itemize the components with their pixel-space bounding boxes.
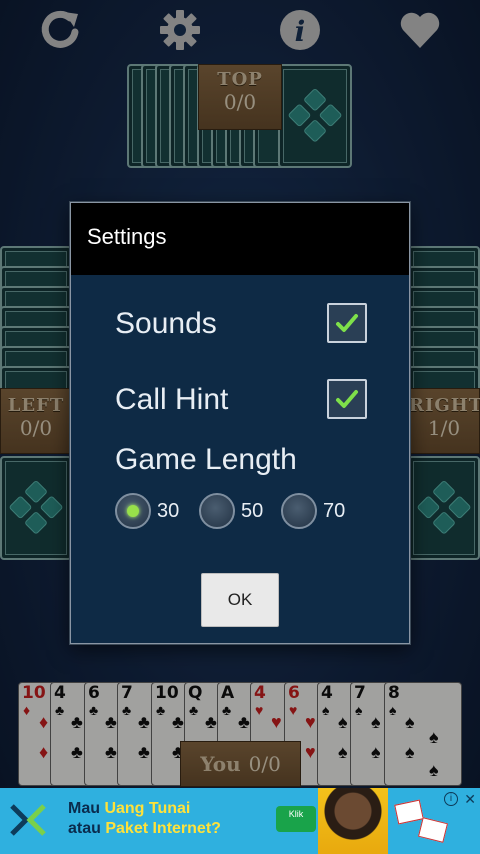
- ad-line2-plain: atau: [68, 820, 106, 837]
- ok-button[interactable]: OK: [201, 573, 279, 627]
- sounds-label: Sounds: [115, 307, 217, 340]
- radio-label: 30: [157, 499, 180, 522]
- xl-logo-icon: [10, 804, 46, 836]
- sounds-row: Sounds: [115, 303, 367, 347]
- ad-text: Mau Uang Tunai atau Paket Internet?: [68, 799, 221, 839]
- game-length-options: 30 50 70: [115, 493, 375, 529]
- radio-label: 70: [323, 499, 346, 522]
- settings-dialog: Settings Sounds Call Hint Game Length 30…: [70, 202, 410, 644]
- ad-line1-plain: Mau: [68, 800, 105, 817]
- radio-selected-dot: [127, 505, 139, 517]
- ad-person-image: [318, 788, 388, 854]
- ad-banner[interactable]: Mau Uang Tunai atau Paket Internet? Klik…: [0, 788, 480, 854]
- ad-line2-highlight: Paket Internet: [105, 820, 212, 837]
- radio-circle: [115, 493, 151, 529]
- game-length-radio-70[interactable]: 70: [281, 493, 345, 529]
- game-length-label: Game Length: [115, 443, 297, 476]
- ad-cta-button[interactable]: Klik: [276, 806, 316, 832]
- radio-circle: [199, 493, 235, 529]
- sounds-checkbox[interactable]: [327, 303, 367, 343]
- ad-line1-highlight: Uang Tunai: [104, 800, 191, 817]
- ad-line2-end: ?: [211, 820, 221, 837]
- ad-product-image: [417, 817, 449, 843]
- radio-label: 50: [241, 499, 264, 522]
- ad-info-icon[interactable]: i: [444, 792, 458, 806]
- checkmark-icon: [336, 390, 358, 408]
- ad-close-icon[interactable]: ✕: [464, 791, 476, 808]
- radio-circle: [281, 493, 317, 529]
- game-length-radio-30[interactable]: 30: [115, 493, 179, 529]
- checkmark-icon: [336, 314, 358, 332]
- call-hint-checkbox[interactable]: [327, 379, 367, 419]
- ad-product-image: [394, 799, 424, 825]
- call-hint-label: Call Hint: [115, 383, 229, 416]
- game-length-radio-50[interactable]: 50: [199, 493, 263, 529]
- dialog-title: Settings: [71, 203, 409, 275]
- call-hint-row: Call Hint: [115, 379, 367, 423]
